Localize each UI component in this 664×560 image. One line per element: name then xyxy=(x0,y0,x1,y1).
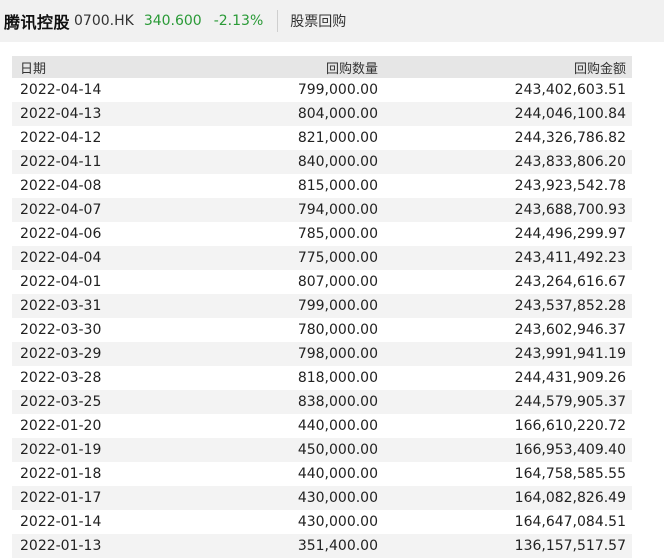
cell-date: 2022-03-29 xyxy=(20,346,102,362)
buyback-table: 日期 回购数量 回购金额 2022-04-14 799,000.00 243,402… xyxy=(12,56,632,558)
cell-date: 2022-04-07 xyxy=(20,202,102,218)
cell-amount: 136,157,517.57 xyxy=(514,538,626,554)
cell-amount: 244,579,905.37 xyxy=(514,394,626,410)
stock-header: 腾讯控股 0700.HK 340.600 -2.13% 股票回购 xyxy=(0,0,664,42)
cell-amount: 166,953,409.40 xyxy=(514,442,626,458)
table-body: 2022-04-14 799,000.00 243,402,603.51 2022-0… xyxy=(12,78,632,558)
cell-amount: 243,833,806.20 xyxy=(514,154,626,170)
cell-amount: 243,602,946.37 xyxy=(514,322,626,338)
cell-date: 2022-03-25 xyxy=(20,394,102,410)
cell-date: 2022-04-08 xyxy=(20,178,102,194)
table-row: 2022-04-01 807,000.00 243,264,616.67 xyxy=(12,270,632,294)
cell-date: 2022-04-04 xyxy=(20,250,102,266)
cell-quantity: 799,000.00 xyxy=(297,82,378,98)
cell-date: 2022-04-12 xyxy=(20,130,102,146)
cell-quantity: 815,000.00 xyxy=(297,178,378,194)
cell-date: 2022-04-14 xyxy=(20,82,102,98)
table-row: 2022-04-12 821,000.00 244,326,786.82 xyxy=(12,126,632,150)
table-row: 2022-04-07 794,000.00 243,688,700.93 xyxy=(12,198,632,222)
table-row: 2022-04-06 785,000.00 244,496,299.97 xyxy=(12,222,632,246)
cell-amount: 244,326,786.82 xyxy=(514,130,626,146)
table-row: 2022-03-31 799,000.00 243,537,852.28 xyxy=(12,294,632,318)
cell-quantity: 780,000.00 xyxy=(297,322,378,338)
table-row: 2022-01-18 440,000.00 164,758,585.55 xyxy=(12,462,632,486)
cell-quantity: 450,000.00 xyxy=(297,442,378,458)
column-header-amount[interactable]: 回购金额 xyxy=(378,58,626,77)
cell-amount: 164,758,585.55 xyxy=(514,466,626,482)
table-row: 2022-03-30 780,000.00 243,602,946.37 xyxy=(12,318,632,342)
table-row: 2022-03-25 838,000.00 244,579,905.37 xyxy=(12,390,632,414)
column-header-quantity[interactable]: 回购数量 xyxy=(172,58,378,77)
cell-quantity: 840,000.00 xyxy=(297,154,378,170)
cell-amount: 243,688,700.93 xyxy=(514,202,626,218)
cell-quantity: 838,000.00 xyxy=(297,394,378,410)
stock-change: -2.13% xyxy=(213,13,264,29)
table-row: 2022-01-13 351,400.00 136,157,517.57 xyxy=(12,534,632,558)
table-row: 2022-03-28 818,000.00 244,431,909.26 xyxy=(12,366,632,390)
cell-amount: 243,537,852.28 xyxy=(514,298,626,314)
cell-quantity: 807,000.00 xyxy=(297,274,378,290)
table-row: 2022-01-20 440,000.00 166,610,220.72 xyxy=(12,414,632,438)
cell-date: 2022-01-19 xyxy=(20,442,102,458)
cell-quantity: 440,000.00 xyxy=(297,466,378,482)
cell-date: 2022-04-01 xyxy=(20,274,102,290)
cell-quantity: 351,400.00 xyxy=(297,538,378,554)
cell-quantity: 785,000.00 xyxy=(297,226,378,242)
cell-date: 2022-01-14 xyxy=(20,514,102,530)
stock-price: 340.600 xyxy=(143,13,202,29)
cell-quantity: 430,000.00 xyxy=(297,490,378,506)
cell-date: 2022-03-31 xyxy=(20,298,102,314)
column-header-date[interactable]: 日期 xyxy=(12,58,172,77)
header-divider xyxy=(277,10,279,32)
cell-quantity: 818,000.00 xyxy=(297,370,378,386)
cell-quantity: 794,000.00 xyxy=(297,202,378,218)
cell-date: 2022-01-20 xyxy=(20,418,102,434)
cell-quantity: 798,000.00 xyxy=(297,346,378,362)
table-row: 2022-01-17 430,000.00 164,082,826.49 xyxy=(12,486,632,510)
cell-quantity: 775,000.00 xyxy=(297,250,378,266)
cell-quantity: 440,000.00 xyxy=(297,418,378,434)
cell-date: 2022-01-17 xyxy=(20,490,102,506)
cell-amount: 243,991,941.19 xyxy=(514,346,626,362)
cell-date: 2022-01-13 xyxy=(20,538,102,554)
cell-quantity: 804,000.00 xyxy=(297,106,378,122)
cell-quantity: 821,000.00 xyxy=(297,130,378,146)
stock-code: 0700.HK xyxy=(74,13,134,29)
cell-amount: 244,046,100.84 xyxy=(514,106,626,122)
cell-date: 2022-03-30 xyxy=(20,322,102,338)
cell-amount: 243,264,616.67 xyxy=(514,274,626,290)
cell-amount: 243,411,492.23 xyxy=(514,250,626,266)
table-row: 2022-04-08 815,000.00 243,923,542.78 xyxy=(12,174,632,198)
section-tab-buyback[interactable]: 股票回购 xyxy=(290,11,346,31)
table-row: 2022-04-04 775,000.00 243,411,492.23 xyxy=(12,246,632,270)
table-row: 2022-03-29 798,000.00 243,991,941.19 xyxy=(12,342,632,366)
table-header: 日期 回购数量 回购金额 xyxy=(12,56,632,78)
cell-amount: 164,082,826.49 xyxy=(514,490,626,506)
table-row: 2022-01-19 450,000.00 166,953,409.40 xyxy=(12,438,632,462)
table-row: 2022-01-14 430,000.00 164,647,084.51 xyxy=(12,510,632,534)
cell-amount: 243,923,542.78 xyxy=(514,178,626,194)
stock-name: 腾讯控股 xyxy=(4,13,71,32)
cell-amount: 164,647,084.51 xyxy=(514,514,626,530)
table-row: 2022-04-11 840,000.00 243,833,806.20 xyxy=(12,150,632,174)
cell-quantity: 799,000.00 xyxy=(297,298,378,314)
cell-amount: 166,610,220.72 xyxy=(514,418,626,434)
cell-amount: 244,431,909.26 xyxy=(514,370,626,386)
table-row: 2022-04-13 804,000.00 244,046,100.84 xyxy=(12,102,632,126)
cell-date: 2022-03-28 xyxy=(20,370,102,386)
cell-date: 2022-04-11 xyxy=(20,154,102,170)
cell-amount: 243,402,603.51 xyxy=(514,82,626,98)
table-row: 2022-04-14 799,000.00 243,402,603.51 xyxy=(12,78,632,102)
cell-date: 2022-04-06 xyxy=(20,226,102,242)
cell-quantity: 430,000.00 xyxy=(297,514,378,530)
cell-date: 2022-04-13 xyxy=(20,106,102,122)
cell-date: 2022-01-18 xyxy=(20,466,102,482)
cell-amount: 244,496,299.97 xyxy=(514,226,626,242)
